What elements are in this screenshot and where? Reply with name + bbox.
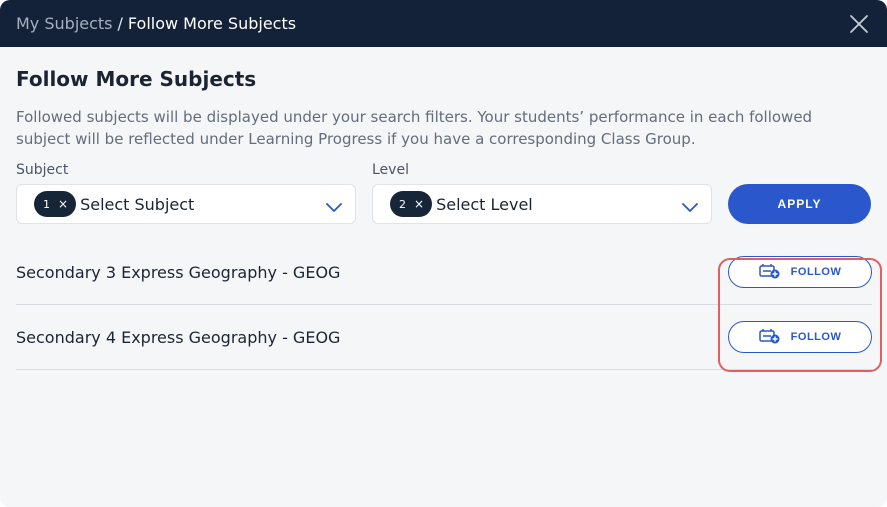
subject-select-placeholder: Select Subject: [80, 194, 195, 214]
subject-row: Secondary 4 Express Geography - GEOG FOL…: [16, 305, 872, 370]
breadcrumb-my-subjects-link[interactable]: My Subjects: [16, 14, 113, 33]
follow-button-label: FOLLOW: [790, 331, 842, 343]
clear-level-icon[interactable]: ×: [414, 197, 424, 211]
follow-button[interactable]: FOLLOW: [728, 321, 872, 353]
subject-filter: Subject 1 × Select Subject: [16, 160, 356, 224]
subject-name: Secondary 3 Express Geography - GEOG: [16, 262, 341, 282]
level-count-chip: 2 ×: [390, 191, 433, 217]
chevron-down-icon: [326, 198, 342, 212]
follow-button-label: FOLLOW: [790, 266, 842, 278]
close-icon[interactable]: [849, 14, 869, 34]
subject-name: Secondary 4 Express Geography - GEOG: [16, 327, 341, 347]
breadcrumb-separator: /: [117, 14, 123, 33]
follow-subjects-modal: My Subjects / Follow More Subjects Follo…: [0, 0, 887, 507]
subject-list: Secondary 3 Express Geography - GEOG FOL…: [16, 240, 872, 370]
breadcrumb: My Subjects / Follow More Subjects: [16, 14, 296, 33]
level-select[interactable]: 2 × Select Level: [372, 184, 712, 224]
follow-button[interactable]: FOLLOW: [728, 256, 872, 288]
level-select-placeholder: Select Level: [436, 194, 533, 214]
clear-subject-icon[interactable]: ×: [58, 197, 68, 211]
subject-filter-label: Subject: [16, 162, 69, 178]
modal-header: My Subjects / Follow More Subjects: [0, 0, 887, 47]
subject-row: Secondary 3 Express Geography - GEOG FOL…: [16, 240, 872, 305]
level-count: 2: [399, 197, 406, 211]
subject-count: 1: [43, 197, 50, 211]
follow-subject-icon: [758, 328, 781, 347]
level-filter-label: Level: [372, 162, 409, 178]
chevron-down-icon: [682, 198, 698, 212]
modal-body: Follow More Subjects Followed subjects w…: [0, 67, 887, 370]
page-title: Follow More Subjects: [16, 67, 257, 91]
apply-button[interactable]: APPLY: [728, 184, 871, 224]
subject-count-chip: 1 ×: [34, 191, 77, 217]
breadcrumb-current: Follow More Subjects: [127, 14, 297, 33]
page-description: Followed subjects will be displayed unde…: [16, 108, 813, 148]
level-filter: Level 2 × Select Level: [372, 160, 712, 224]
subject-select[interactable]: 1 × Select Subject: [16, 184, 356, 224]
follow-subject-icon: [758, 263, 781, 282]
filter-bar: Subject 1 × Select Subject Level 2 × Sel…: [16, 160, 871, 224]
